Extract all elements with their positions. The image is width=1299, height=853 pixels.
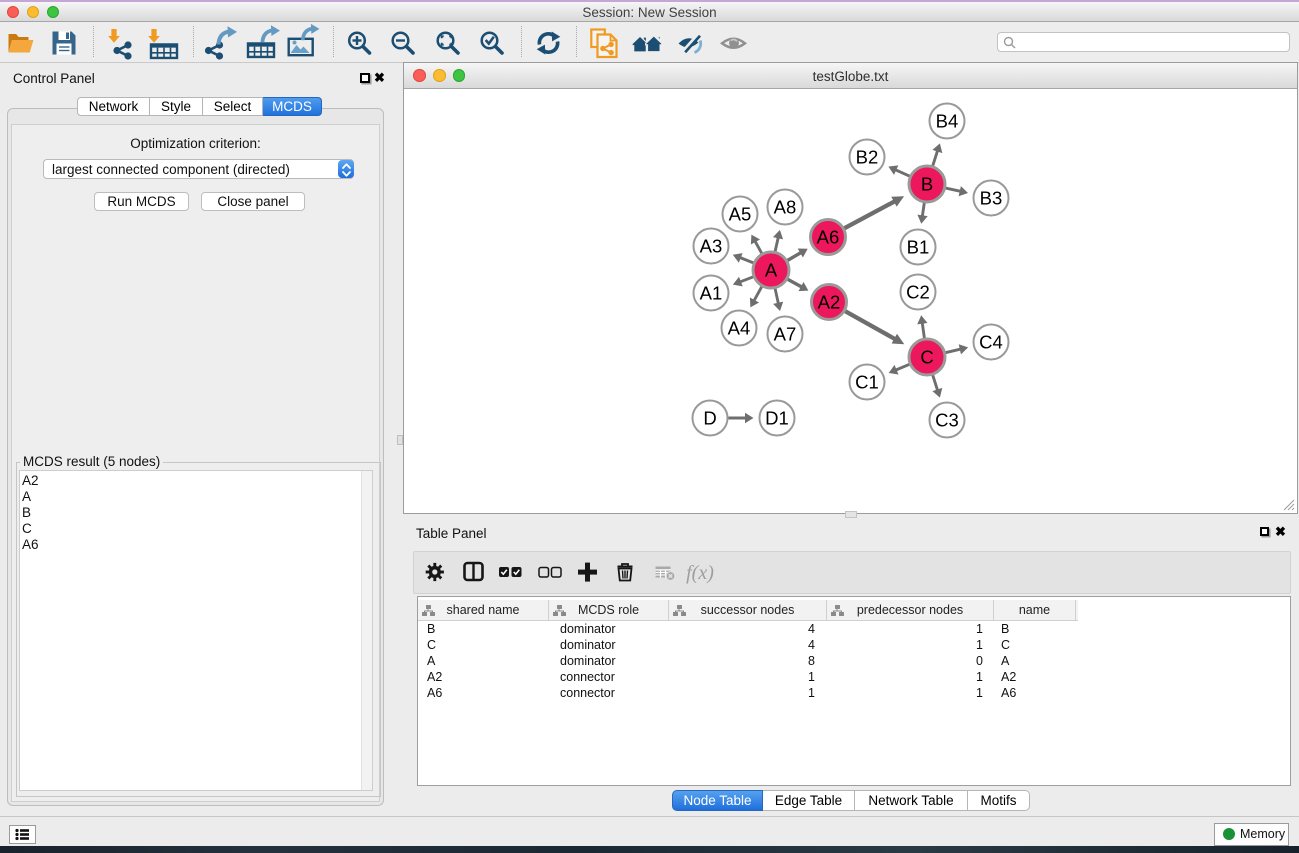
svg-text:A2: A2	[818, 292, 841, 313]
svg-text:A3: A3	[700, 236, 723, 257]
svg-text:A4: A4	[728, 318, 751, 339]
svg-text:B1: B1	[907, 237, 930, 258]
svg-text:D1: D1	[765, 408, 789, 429]
svg-text:A6: A6	[817, 227, 840, 248]
svg-text:B3: B3	[980, 188, 1003, 209]
svg-text:A: A	[765, 260, 778, 281]
svg-text:C2: C2	[906, 282, 930, 303]
svg-text:A7: A7	[774, 324, 797, 345]
svg-text:B2: B2	[856, 147, 879, 168]
svg-text:A8: A8	[774, 197, 797, 218]
svg-text:A5: A5	[729, 204, 752, 225]
svg-text:B: B	[921, 174, 933, 195]
svg-text:A1: A1	[700, 283, 723, 304]
svg-text:f(x): f(x)	[686, 562, 714, 584]
svg-text:C1: C1	[855, 372, 879, 393]
svg-text:C: C	[920, 347, 933, 368]
svg-text:D: D	[703, 408, 716, 429]
svg-text:C4: C4	[979, 332, 1003, 353]
svg-text:C3: C3	[935, 410, 959, 431]
svg-text:B4: B4	[936, 111, 959, 132]
